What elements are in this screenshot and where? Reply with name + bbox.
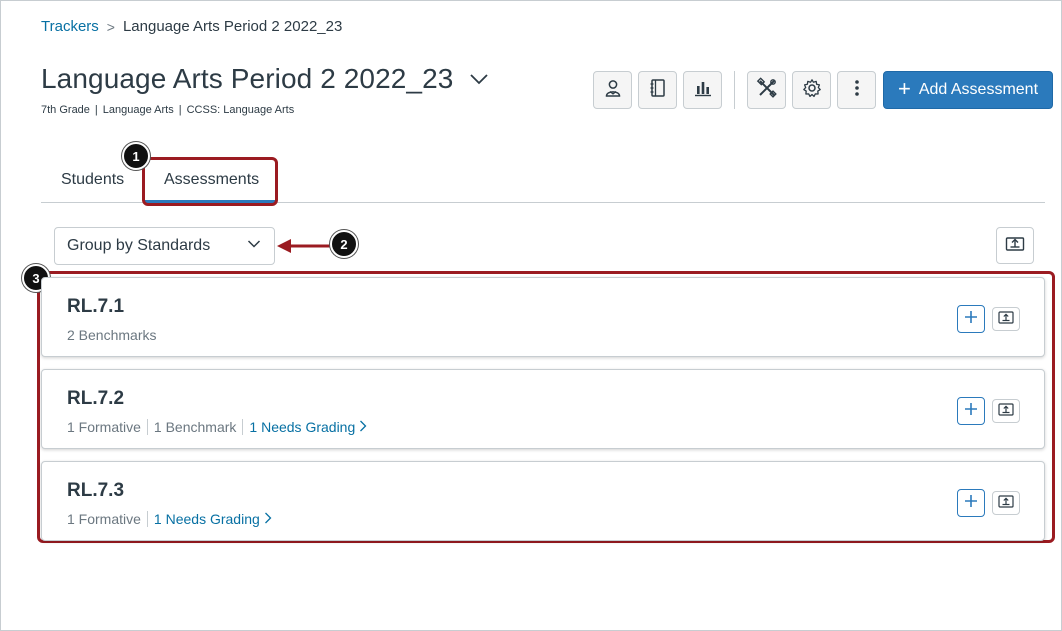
page-title: Language Arts Period 2 2022_23 xyxy=(41,63,454,94)
app-window: Trackers > Language Arts Period 2 2022_2… xyxy=(0,0,1062,631)
standard-card[interactable]: RL.7.2 1 Formative 1 Benchmark 1 Needs G… xyxy=(41,369,1045,449)
meta-divider xyxy=(146,511,148,527)
formative-count: 1 Formative xyxy=(67,419,141,435)
needs-grading-link[interactable]: 1 Needs Grading xyxy=(249,419,367,435)
plus-icon xyxy=(963,401,979,422)
settings-button[interactable] xyxy=(792,71,831,109)
gear-icon xyxy=(802,78,822,103)
standard-meta: 1 Formative 1 Benchmark 1 Needs Grading xyxy=(67,419,367,435)
plus-icon xyxy=(963,493,979,514)
highlight-box-assessments-tab xyxy=(142,157,278,206)
header-toolbar: + Add Assessment xyxy=(593,71,1053,109)
callout-2: 2 xyxy=(330,230,358,258)
annotation-arrow-icon xyxy=(277,237,333,260)
student-view-button[interactable] xyxy=(593,71,632,109)
more-options-button[interactable] xyxy=(837,71,876,109)
plus-icon: + xyxy=(897,76,911,101)
breadcrumb-trackers-link[interactable]: Trackers xyxy=(41,18,99,35)
standard-code: RL.7.1 xyxy=(67,296,125,317)
notebook-icon xyxy=(648,78,668,103)
meta-divider xyxy=(146,419,148,435)
reports-button[interactable] xyxy=(683,71,722,109)
subject-label: Language Arts xyxy=(102,104,174,116)
add-assessment-label: Add Assessment xyxy=(918,81,1039,98)
page-header: Language Arts Period 2 2022_23 xyxy=(41,63,491,95)
standard-meta: 2 Benchmarks xyxy=(67,327,156,343)
chevron-right-icon xyxy=(359,419,367,435)
export-all-button[interactable] xyxy=(996,227,1034,264)
export-icon xyxy=(998,310,1014,329)
group-by-select[interactable]: Group by Standards xyxy=(54,227,275,265)
needs-grading-link[interactable]: 1 Needs Grading xyxy=(154,511,272,527)
export-standard-button[interactable] xyxy=(992,307,1020,331)
breadcrumb-separator: > xyxy=(106,18,115,35)
gradebook-button[interactable] xyxy=(638,71,677,109)
course-subtitle: 7th Grade | Language Arts | CCSS: Langua… xyxy=(41,104,294,116)
standards-label: CCSS: Language Arts xyxy=(186,104,295,116)
benchmark-count: 1 Benchmark xyxy=(153,419,237,435)
student-view-icon xyxy=(603,78,623,103)
more-vertical-icon xyxy=(847,78,867,103)
callout-1: 1 xyxy=(122,142,150,170)
export-icon xyxy=(1005,234,1025,257)
needs-grading-label: 1 Needs Grading xyxy=(249,419,356,435)
breadcrumb-current: Language Arts Period 2 2022_23 xyxy=(122,18,343,35)
tools-icon xyxy=(756,76,778,104)
standard-card[interactable]: RL.7.3 1 Formative 1 Needs Grading xyxy=(41,461,1045,541)
subtitle-divider: | xyxy=(94,104,98,116)
plus-icon xyxy=(963,309,979,330)
chevron-down-icon xyxy=(246,236,262,257)
chevron-right-icon xyxy=(264,511,272,527)
meta-divider xyxy=(242,419,244,435)
add-to-standard-button[interactable] xyxy=(957,397,985,425)
breadcrumb: Trackers > Language Arts Period 2 2022_2… xyxy=(41,18,342,35)
add-to-standard-button[interactable] xyxy=(957,305,985,333)
standard-meta: 1 Formative 1 Needs Grading xyxy=(67,511,272,527)
subtitle-divider: | xyxy=(178,104,182,116)
needs-grading-label: 1 Needs Grading xyxy=(153,511,260,527)
tab-students[interactable]: Students xyxy=(61,171,124,189)
export-icon xyxy=(998,402,1014,421)
export-standard-button[interactable] xyxy=(992,491,1020,515)
grade-label: 7th Grade xyxy=(41,104,90,116)
add-to-standard-button[interactable] xyxy=(957,489,985,517)
benchmark-count: 2 Benchmarks xyxy=(67,327,157,343)
chevron-down-icon[interactable] xyxy=(467,67,491,91)
formative-count: 1 Formative xyxy=(67,511,141,527)
bar-chart-icon xyxy=(693,78,713,103)
standard-code: RL.7.3 xyxy=(67,480,125,501)
group-by-value: Group by Standards xyxy=(67,237,211,254)
export-standard-button[interactable] xyxy=(992,399,1020,423)
add-assessment-button[interactable]: + Add Assessment xyxy=(883,71,1053,109)
standard-code: RL.7.2 xyxy=(67,388,125,409)
export-icon xyxy=(998,494,1014,513)
standard-card[interactable]: RL.7.1 2 Benchmarks xyxy=(41,277,1045,357)
toolbar-divider xyxy=(734,71,735,109)
tools-button[interactable] xyxy=(747,71,786,109)
